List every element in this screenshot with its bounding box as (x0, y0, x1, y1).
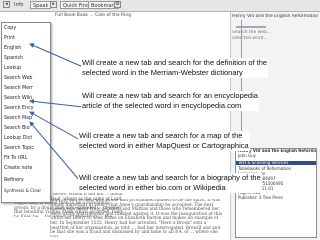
annotation-arrows (29, 43, 84, 182)
callout-text: article of the selected word in encyclop… (82, 101, 242, 110)
callout-text: selected word in either MapQuest or Cart… (79, 141, 249, 150)
callout-text: Will create a new tab and search for an … (82, 91, 258, 100)
callout-text: Will create a new tab and search for a m… (79, 131, 243, 140)
arrow-merriam (29, 43, 84, 68)
arrow-encyclopedia (29, 98, 84, 108)
callout-map: Will create a new tab and search for a m… (78, 131, 250, 151)
arrow-bio (29, 121, 81, 182)
callout-text: selected word in the Merriam-Webster dic… (82, 68, 243, 77)
callout-text: Will create a new tab and search for the… (82, 58, 268, 67)
callout-text: Will create a new tab and search for a b… (79, 173, 261, 182)
callout-bio: Will create a new tab and search for a b… (78, 173, 262, 193)
arrow-map (29, 111, 81, 141)
callout-encyclopedia: Will create a new tab and search for an … (81, 91, 259, 111)
callout-text: selected word in either bio.com or Wikip… (79, 183, 226, 192)
callout-merriam: Will create a new tab and search for the… (81, 58, 269, 78)
